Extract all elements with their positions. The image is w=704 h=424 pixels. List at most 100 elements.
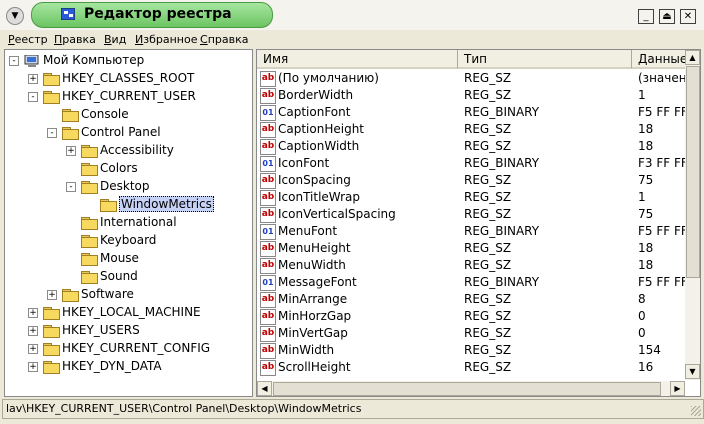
collapse-icon[interactable]: - xyxy=(9,56,19,66)
value-row[interactable]: 01 MessageFont REG_BINARY F5 FF FF xyxy=(257,274,687,291)
tree-item[interactable]: + HKEY_LOCAL_MACHINE xyxy=(5,304,250,322)
string-value-icon: ab xyxy=(260,88,276,104)
tree-item[interactable]: + Accessibility xyxy=(5,142,250,160)
scroll-down-button[interactable]: ▼ xyxy=(685,364,700,379)
title-pill: Редактор реестра xyxy=(31,2,273,28)
vertical-scroll-thumb[interactable] xyxy=(686,66,700,278)
value-row[interactable]: ab(По умолчанию) REG_SZ (значение xyxy=(257,70,687,87)
value-row[interactable]: 01 CaptionFont REG_BINARY F5 FF FF xyxy=(257,104,687,121)
tree-item-label: Мой Компьютер xyxy=(43,53,145,67)
string-value-icon: ab xyxy=(260,326,276,342)
folder-icon xyxy=(43,73,60,86)
column-header-type[interactable]: Тип xyxy=(458,50,632,69)
minimize-button[interactable]: _ xyxy=(638,9,654,24)
collapse-icon[interactable]: - xyxy=(47,128,57,138)
tree-item[interactable]: + HKEY_DYN_DATA xyxy=(5,358,250,376)
tree-item-label: Control Panel xyxy=(81,125,161,139)
value-type: REG_SZ xyxy=(464,309,512,323)
string-value-icon: ab xyxy=(260,139,276,155)
expand-icon[interactable]: + xyxy=(66,146,76,156)
tree-item[interactable]: International xyxy=(5,214,250,232)
tree-item[interactable]: - Мой Компьютер xyxy=(5,52,250,70)
collapse-icon[interactable]: - xyxy=(28,92,38,102)
vertical-scrollbar[interactable]: ▲ ▼ xyxy=(685,50,700,380)
tree-item-label: Software xyxy=(81,287,134,301)
value-row[interactable]: ab IconVerticalSpacing REG_SZ 75 xyxy=(257,206,687,223)
value-name: CaptionFont xyxy=(278,105,351,119)
binary-value-icon: 01 xyxy=(260,105,276,121)
tree-item[interactable]: - HKEY_CURRENT_USER xyxy=(5,88,250,106)
value-list[interactable]: Имя Тип Данные ab (По умолчанию) REG_SZ (зн… xyxy=(256,49,701,397)
value-data: 0 xyxy=(638,326,646,340)
resize-grip-icon[interactable] xyxy=(691,406,701,416)
expand-icon[interactable]: + xyxy=(28,326,38,336)
maximize-button[interactable]: ⏏ xyxy=(659,9,675,24)
tree-item[interactable]: Console xyxy=(5,106,250,124)
value-row[interactable]: ab CaptionWidth REG_SZ 18 xyxy=(257,138,687,155)
collapse-icon[interactable]: - xyxy=(66,182,76,192)
close-button[interactable]: ✕ xyxy=(680,9,696,24)
value-data: 154 xyxy=(638,343,661,357)
string-value-icon: ab xyxy=(260,122,276,138)
value-name: ScrollHeight xyxy=(278,360,351,374)
value-row[interactable]: ab MinWidth REG_SZ 154 xyxy=(257,342,687,359)
tree-item[interactable]: + HKEY_CURRENT_CONFIG xyxy=(5,340,250,358)
tree-item[interactable]: Sound xyxy=(5,268,250,286)
tree-item[interactable]: Colors xyxy=(5,160,250,178)
window-title: Редактор реестра xyxy=(84,6,232,22)
value-name: MenuHeight xyxy=(278,241,351,255)
value-data: 1 xyxy=(638,190,646,204)
menu-item-help[interactable]: Справка xyxy=(200,33,248,46)
value-type: REG_SZ xyxy=(464,71,512,85)
value-row[interactable]: ab MenuWidth REG_SZ 18 xyxy=(257,257,687,274)
expand-icon[interactable]: + xyxy=(28,362,38,372)
value-type: REG_SZ xyxy=(464,241,512,255)
tree-item[interactable]: + HKEY_USERS xyxy=(5,322,250,340)
value-name: MinWidth xyxy=(278,343,335,357)
expand-icon[interactable]: + xyxy=(28,74,38,84)
menu-item-favorites[interactable]: Избранное xyxy=(135,33,197,46)
value-data: 75 xyxy=(638,173,654,187)
scroll-up-button[interactable]: ▲ xyxy=(685,50,700,65)
tree-item-label: Keyboard xyxy=(100,233,157,247)
tree-item[interactable]: WindowMetrics xyxy=(5,196,250,214)
folder-icon xyxy=(62,289,79,302)
menu-item-registry[interactable]: Реестр xyxy=(8,33,48,46)
value-row[interactable]: ab IconTitleWrap REG_SZ 1 xyxy=(257,189,687,206)
tree-item[interactable]: Mouse xyxy=(5,250,250,268)
scroll-left-button[interactable]: ◀ xyxy=(257,381,272,396)
expand-icon[interactable]: + xyxy=(47,290,57,300)
tree-item[interactable]: + Software xyxy=(5,286,250,304)
column-header-data[interactable]: Данные xyxy=(632,50,687,69)
value-data: 1 xyxy=(638,88,646,102)
tree-item[interactable]: - Desktop xyxy=(5,178,250,196)
value-row[interactable]: 01 MenuFont REG_BINARY F5 FF FF xyxy=(257,223,687,240)
value-row[interactable]: 01 IconFont REG_BINARY F3 FF FF xyxy=(257,155,687,172)
key-tree[interactable]: - Мой Компьютер + HKEY_CLASSES_ROOT - HKEY_CU… xyxy=(4,49,253,397)
value-row[interactable]: ab MinHorzGap REG_SZ 0 xyxy=(257,308,687,325)
value-type: REG_BINARY xyxy=(464,275,540,289)
value-row[interactable]: ab MenuHeight REG_SZ 18 xyxy=(257,240,687,257)
tree-item[interactable]: Keyboard xyxy=(5,232,250,250)
expand-icon[interactable]: + xyxy=(28,308,38,318)
menu-item-view[interactable]: Вид xyxy=(104,33,126,46)
column-header-name[interactable]: Имя xyxy=(257,50,458,69)
folder-icon xyxy=(81,145,98,158)
value-row[interactable]: ab CaptionHeight REG_SZ 18 xyxy=(257,121,687,138)
value-row[interactable]: ab BorderWidth REG_SZ 1 xyxy=(257,87,687,104)
value-row[interactable]: ab IconSpacing REG_SZ 75 xyxy=(257,172,687,189)
horizontal-scroll-thumb[interactable] xyxy=(273,382,661,396)
expand-icon[interactable]: + xyxy=(28,344,38,354)
value-row[interactable]: ab MinVertGap REG_SZ 0 xyxy=(257,325,687,342)
menu-item-edit[interactable]: Правка xyxy=(54,33,96,46)
system-menu-button[interactable]: ▼ xyxy=(6,7,24,25)
scroll-right-button[interactable]: ▶ xyxy=(670,381,685,396)
tree-item[interactable]: - Control Panel xyxy=(5,124,250,142)
value-row[interactable]: ab MinArrange REG_SZ 8 xyxy=(257,291,687,308)
value-type: REG_SZ xyxy=(464,207,512,221)
horizontal-scrollbar[interactable]: ◀ ▶ xyxy=(257,381,685,396)
value-type: REG_BINARY xyxy=(464,224,540,238)
tree-item[interactable]: + HKEY_CLASSES_ROOT xyxy=(5,70,250,88)
value-type: REG_BINARY xyxy=(464,156,540,170)
value-row[interactable]: ab ScrollHeight REG_SZ 16 xyxy=(257,359,687,376)
